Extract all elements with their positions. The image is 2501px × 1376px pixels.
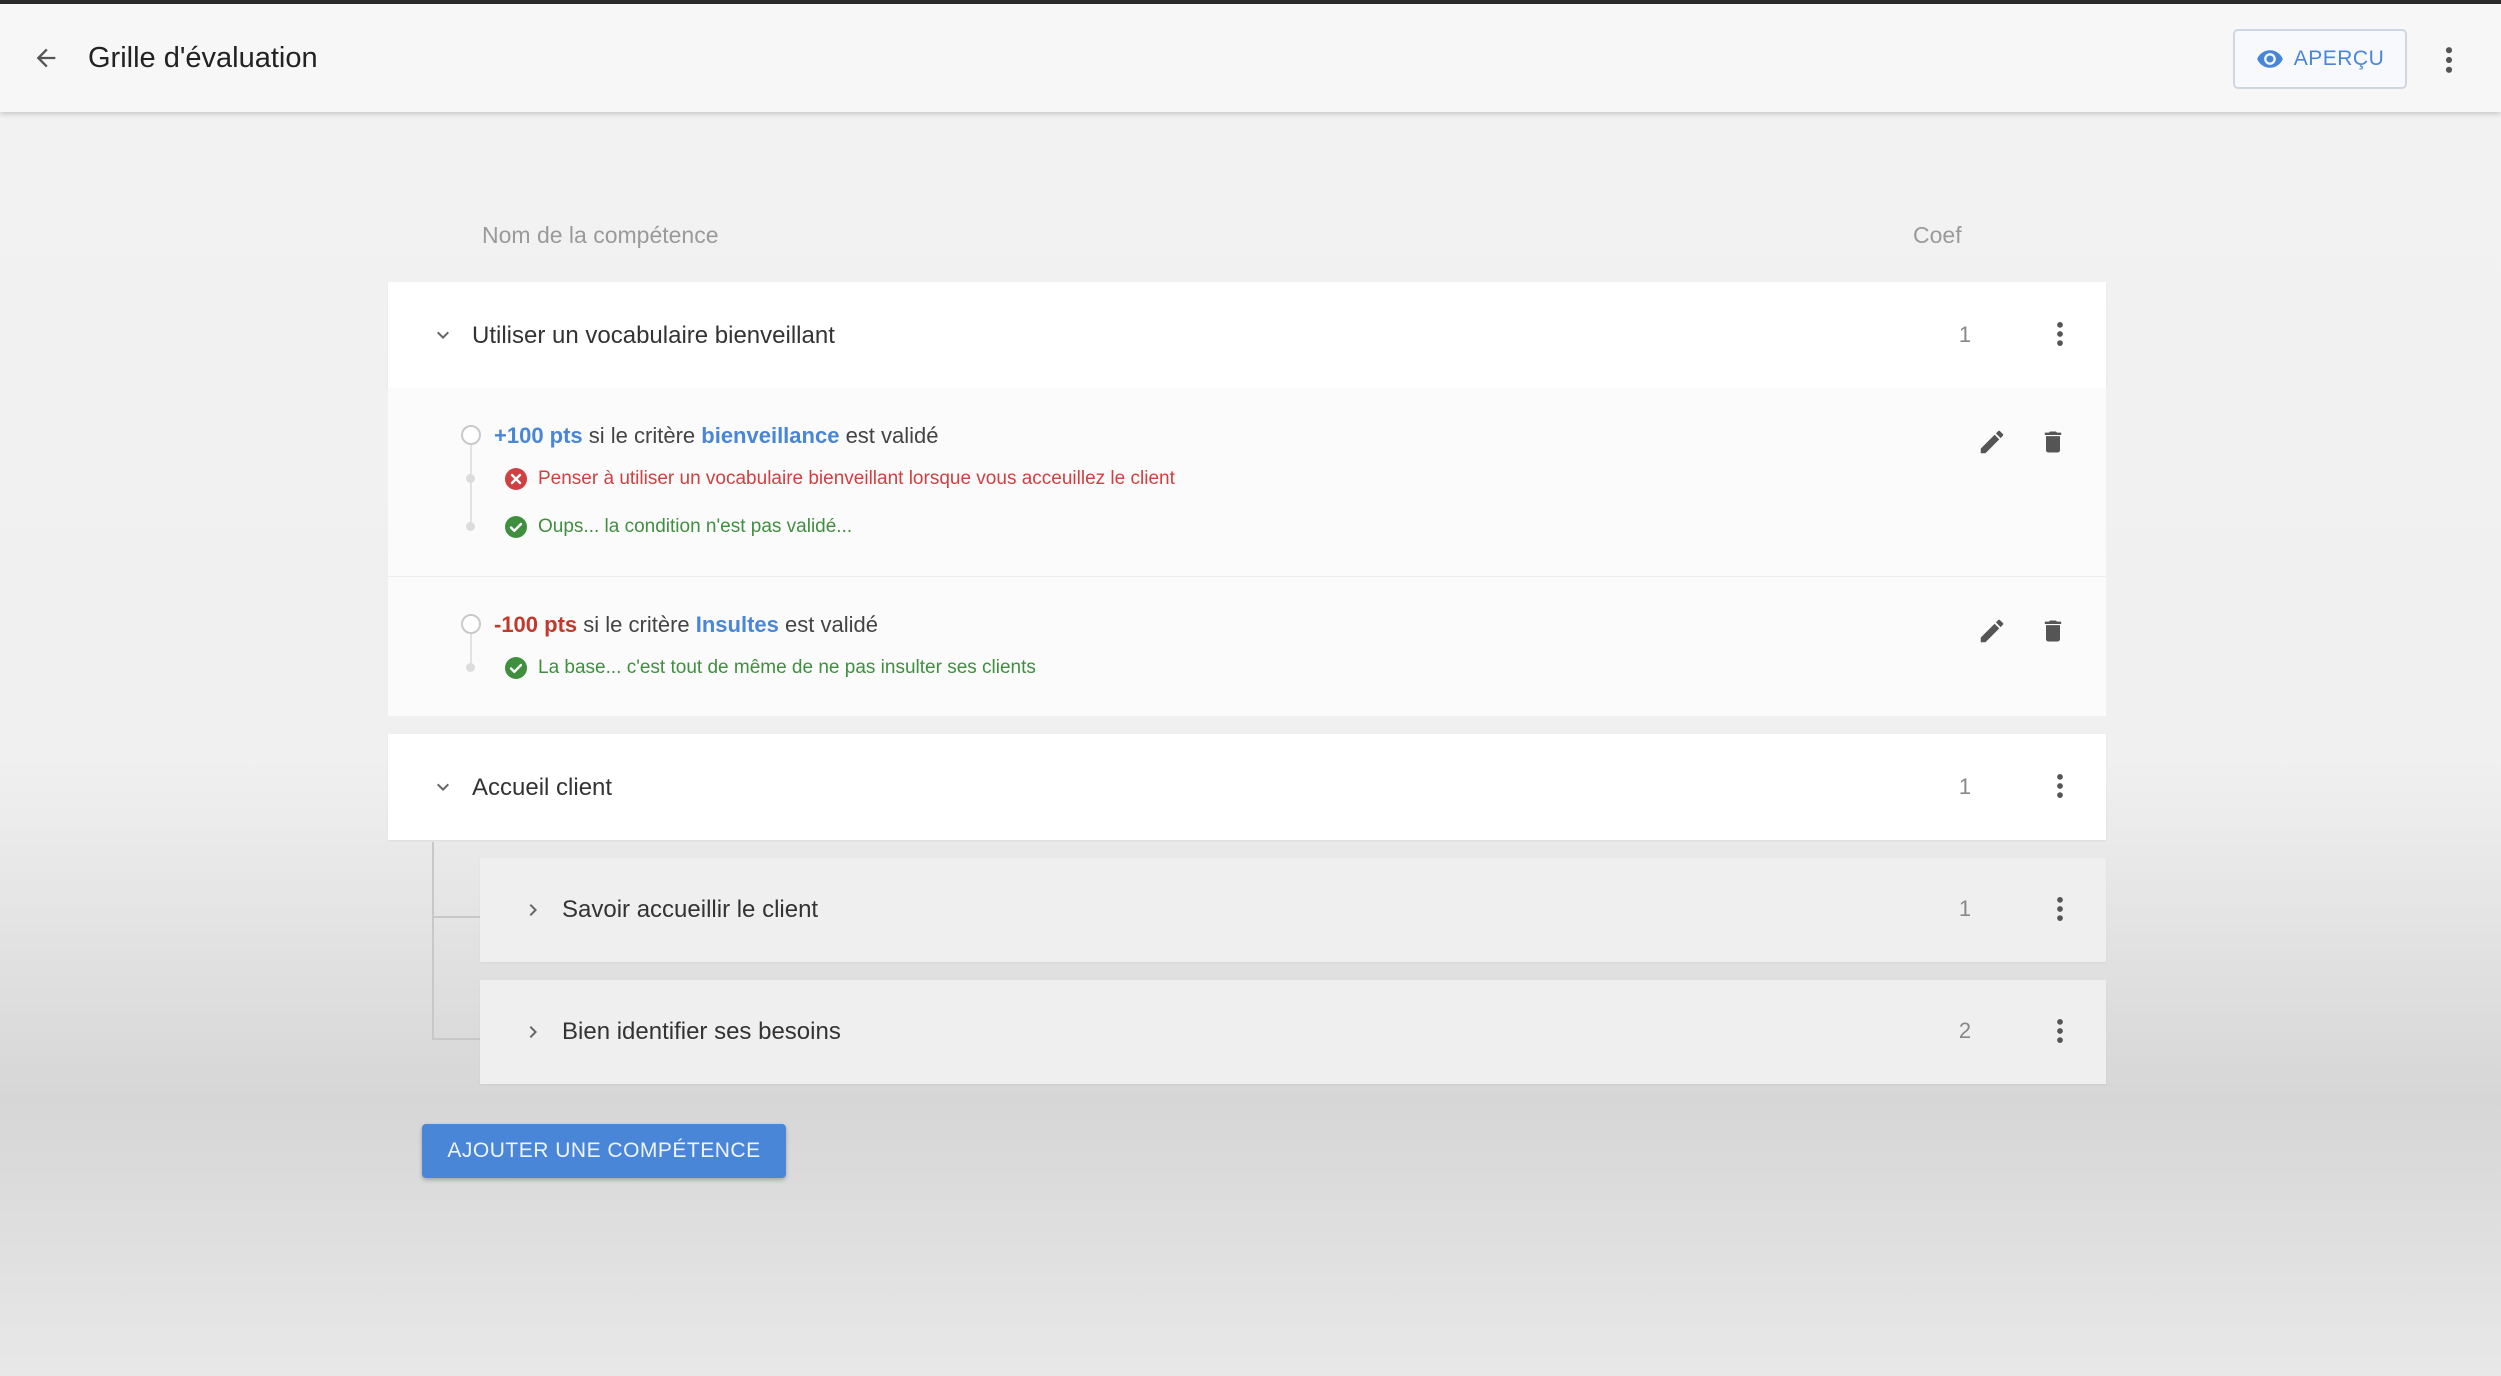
tree-connector (432, 1038, 480, 1040)
edit-criterion-button[interactable] (1972, 611, 2012, 651)
trash-icon (2044, 620, 2062, 642)
page-title: Grille d'évaluation (88, 42, 318, 74)
criterion-points: +100 pts (494, 423, 583, 448)
competence-name: Utiliser un vocabulaire bienveillant (472, 322, 835, 349)
competence-row[interactable]: Utiliser un vocabulaire bienveillant 1 (388, 282, 2106, 388)
column-header-name: Nom de la compétence (482, 222, 719, 248)
feedback-text: La base... c'est tout de même de ne pas … (538, 657, 1036, 678)
tree-connector (432, 916, 480, 918)
more-vert-icon (2057, 1019, 2063, 1043)
chevron-down-icon (437, 331, 449, 339)
feedback-error: Penser à utiliser un vocabulaire bienvei… (504, 467, 1175, 491)
feedback-dot (466, 474, 475, 483)
more-vert-icon (2057, 322, 2063, 346)
criterion-suffix: est validé (839, 423, 939, 448)
feedback-dot (466, 663, 475, 672)
tree-connector (432, 842, 434, 1040)
collapse-toggle[interactable] (428, 772, 458, 802)
competence-coef: 1 (1958, 322, 1972, 347)
competence-more-button[interactable] (2045, 766, 2075, 806)
criteria-panel: +100 pts si le critère bienveillance est… (388, 388, 2106, 716)
more-vert-icon (2057, 897, 2063, 921)
arrow-left-icon (36, 48, 56, 68)
sub-competence-name: Savoir accueillir le client (562, 896, 819, 923)
expand-toggle[interactable] (518, 895, 548, 925)
more-menu-button[interactable] (2434, 40, 2464, 80)
sub-competence-coef: 1 (1958, 896, 1972, 921)
criteria-divider (388, 576, 2106, 577)
criterion-name[interactable]: bienveillance (701, 423, 839, 448)
competence-row[interactable]: Accueil client 1 (388, 734, 2106, 840)
trash-icon (2044, 431, 2062, 453)
collapse-toggle[interactable] (428, 320, 458, 350)
apercu-button[interactable]: APERÇU (2233, 29, 2407, 89)
chevron-right-icon (529, 1026, 537, 1038)
feedback-dot (466, 522, 475, 531)
feedback-text: Oups... la condition n'est pas validé... (538, 516, 853, 537)
chevron-right-icon (529, 904, 537, 916)
expand-toggle[interactable] (518, 1017, 548, 1047)
more-vert-icon (2057, 774, 2063, 798)
app-bar: Grille d'évaluation APERÇU (0, 4, 2501, 112)
criterion-radio[interactable] (461, 614, 481, 634)
sub-competence-row[interactable]: Bien identifier ses besoins 2 (480, 980, 2106, 1084)
criterion-radio[interactable] (461, 425, 481, 445)
check-circle-icon (505, 657, 527, 679)
sub-competence-name: Bien identifier ses besoins (562, 1018, 841, 1045)
criterion-rule: -100 pts si le critère Insultes est vali… (494, 612, 878, 638)
criterion-suffix: est validé (778, 612, 878, 637)
criterion-prefix: si le critère (582, 423, 702, 448)
pencil-icon (1980, 619, 2004, 643)
chevron-down-icon (437, 783, 449, 791)
column-header-coef: Coef (1913, 222, 1962, 248)
competence-more-button[interactable] (2045, 314, 2075, 354)
competence-coef: 1 (1958, 774, 1972, 799)
sub-competence-row[interactable]: Savoir accueillir le client 1 (480, 858, 2106, 962)
delete-criterion-button[interactable] (2033, 422, 2073, 462)
sub-competence-more-button[interactable] (2045, 1011, 2075, 1051)
feedback-text: Penser à utiliser un vocabulaire bienvei… (538, 468, 1175, 489)
apercu-label: APERÇU (2293, 47, 2385, 70)
eye-icon (2256, 50, 2283, 68)
back-button[interactable] (26, 38, 66, 78)
criterion-points: -100 pts (494, 612, 578, 637)
add-competence-button[interactable]: AJOUTER UNE COMPÉTENCE (422, 1124, 786, 1178)
sub-competence-more-button[interactable] (2045, 889, 2075, 929)
feedback-success: Oups... la condition n'est pas validé... (504, 515, 852, 539)
competence-name: Accueil client (472, 774, 613, 801)
edit-criterion-button[interactable] (1972, 422, 2012, 462)
criterion-rule: +100 pts si le critère bienveillance est… (494, 423, 939, 449)
sub-competence-coef: 2 (1958, 1018, 1972, 1043)
error-circle-icon (505, 468, 527, 490)
feedback-success: La base... c'est tout de même de ne pas … (504, 656, 1036, 680)
check-circle-icon (505, 516, 527, 538)
delete-criterion-button[interactable] (2033, 611, 2073, 651)
more-vert-icon (2445, 47, 2453, 73)
criterion-name[interactable]: Insultes (696, 612, 779, 637)
pencil-icon (1980, 430, 2004, 454)
criterion-prefix: si le critère (577, 612, 696, 637)
